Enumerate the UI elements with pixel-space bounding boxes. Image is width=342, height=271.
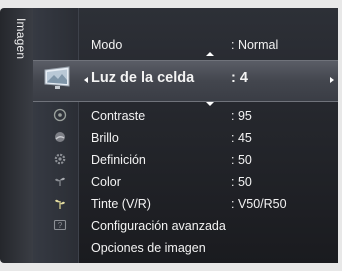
menu-row-label: Definición [91,153,146,167]
gear-icon[interactable] [53,152,67,166]
menu-row-value: : 50 [231,153,252,167]
right-arrow-icon[interactable] [330,77,334,83]
menu-row-label: Configuración avanzada [91,219,226,233]
down-arrow-icon [206,102,214,106]
category-tab-label: Imagen [14,18,28,60]
menu-row-value: : 4 [231,70,248,86]
menu-row-label: Modo [91,38,123,52]
menu-row-value: : Normal [231,38,279,52]
satellite-icon[interactable] [53,130,67,144]
menu-row-label: Brillo [91,131,119,145]
svg-text:?: ? [58,221,63,230]
plant-icon[interactable] [53,196,67,210]
menu-row-label: Color [91,175,121,189]
disc-icon[interactable] [53,108,67,122]
menu-row-value: : 50 [231,175,252,189]
menu-row-label: Opciones de imagen [91,241,206,255]
menu-row-value: : 45 [231,131,252,145]
help-icon[interactable]: ? [53,218,67,232]
menu-row-label: Tinte (V/R) [91,197,151,211]
sprout-icon[interactable] [53,174,67,188]
tv-picture-icon[interactable] [42,66,72,92]
tv-osd-menu: Imagen ? Modo: Normal Luz de la celda:… [0,0,342,271]
up-arrow-icon [206,52,214,56]
category-tab[interactable]: Imagen [0,8,33,263]
menu-row-label: Contraste [91,109,146,123]
left-arrow-icon[interactable] [84,77,88,83]
settings-panel: ? Modo : Normal Luz de la celda : 4 Cont… [33,8,338,263]
menu-row-value: : 95 [231,109,252,123]
menu-row-label: Luz de la celda [91,70,195,86]
menu-row-value: : V50/R50 [231,197,287,211]
